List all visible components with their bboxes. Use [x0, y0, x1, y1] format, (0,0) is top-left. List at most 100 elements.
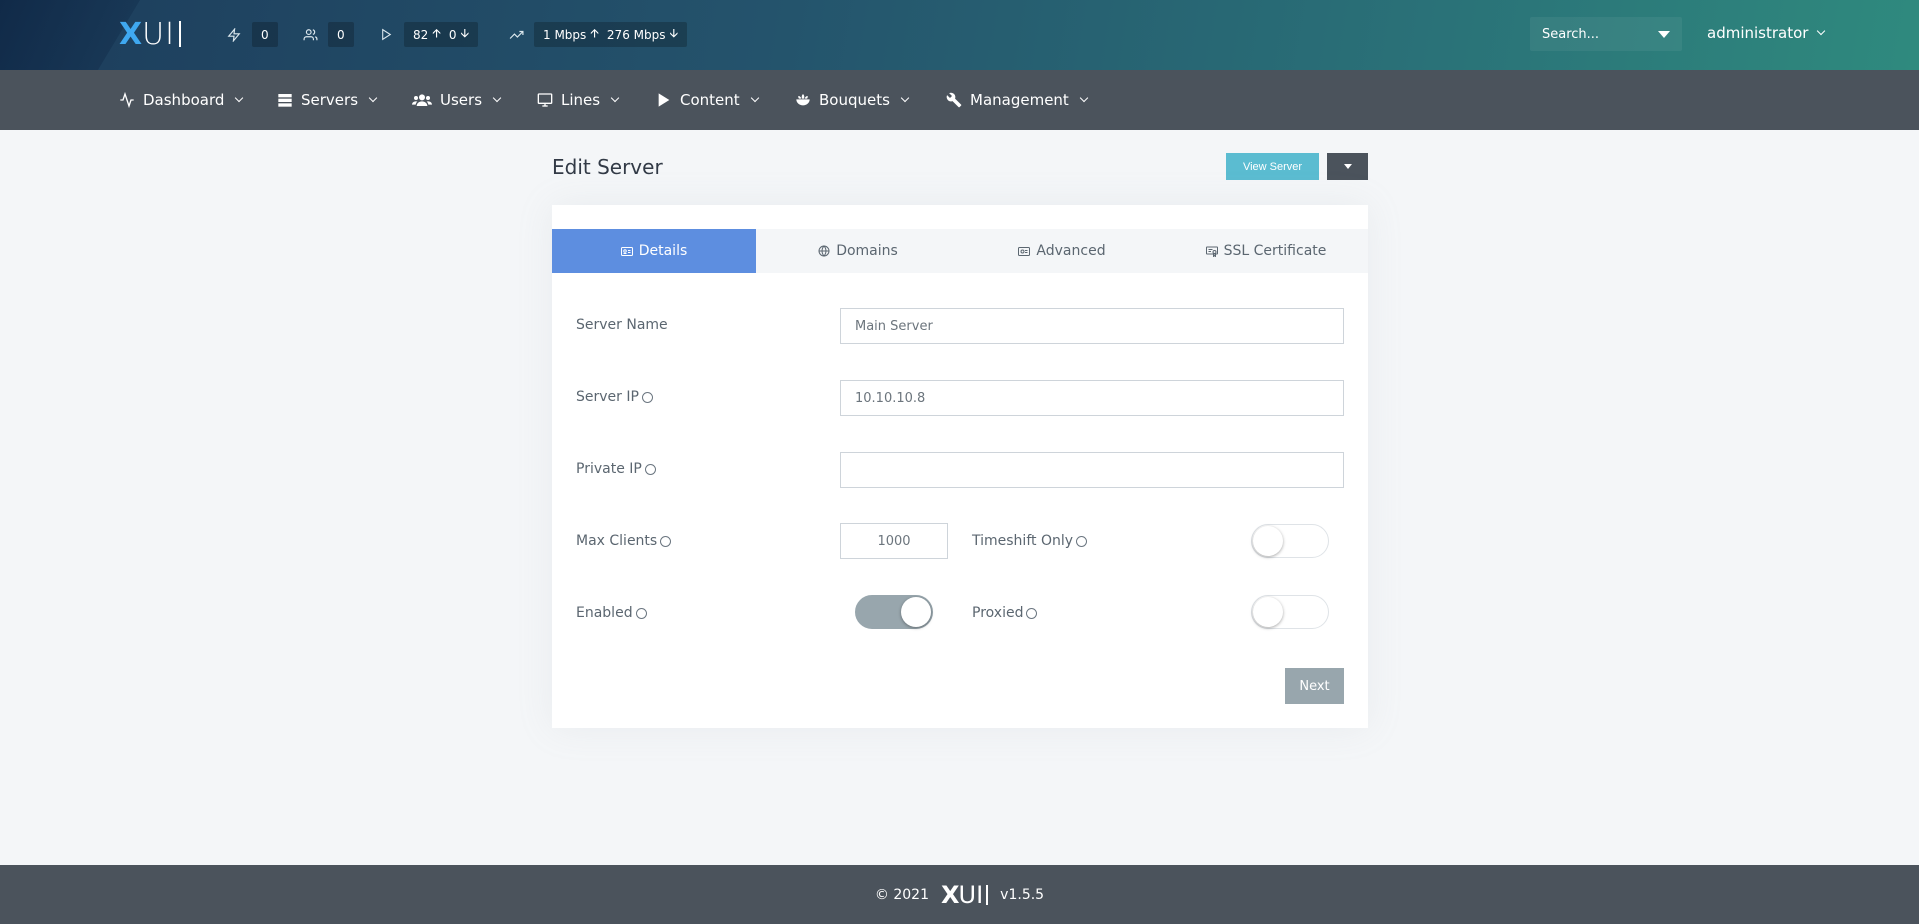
server-ip-label-text: Server IP	[576, 389, 639, 405]
stat-bandwidth[interactable]: 1 Mbps 🡩 276 Mbps 🡫	[508, 22, 688, 47]
nav-servers[interactable]: Servers	[277, 70, 378, 130]
server-name-label-text: Server Name	[576, 317, 668, 333]
help-circle-icon[interactable]	[1076, 535, 1088, 547]
footer-logo: X UI	[941, 880, 989, 909]
nav-dashboard[interactable]: Dashboard	[119, 70, 244, 130]
next-button[interactable]: Next	[1285, 668, 1344, 704]
tab-advanced-label: Advanced	[1036, 243, 1106, 259]
toggle-knob	[1253, 526, 1283, 556]
bandwidth-up-value: 1 Mbps	[543, 27, 587, 42]
nav-lines[interactable]: Lines	[537, 70, 620, 130]
nav-management[interactable]: Management	[946, 70, 1089, 130]
max-clients-label: Max Clients	[576, 533, 672, 549]
user-menu[interactable]: administrator	[1707, 24, 1826, 42]
arrow-up-icon: 🡩	[590, 26, 599, 40]
play-icon	[378, 27, 394, 43]
server-ip-input[interactable]: 10.10.10.8	[840, 380, 1344, 416]
stat-streams[interactable]: 82 🡩 0 🡫	[378, 22, 479, 47]
help-circle-icon[interactable]	[644, 463, 656, 475]
timeshift-only-label-text: Timeshift Only	[972, 533, 1074, 549]
users-icon	[302, 27, 318, 43]
server-ip-label: Server IP	[576, 389, 653, 405]
stat-streams-value: 82 🡩 0 🡫	[404, 22, 479, 47]
help-circle-icon[interactable]	[660, 535, 672, 547]
stat-users-value: 0	[328, 22, 354, 47]
private-ip-input[interactable]	[840, 452, 1344, 488]
chevron-down-icon	[1079, 93, 1089, 103]
max-clients-value: 1000	[877, 533, 911, 549]
nav-bouquets[interactable]: Bouquets	[795, 70, 910, 130]
server-name-label: Server Name	[576, 317, 668, 333]
stat-connections[interactable]: 0	[226, 22, 278, 47]
enabled-toggle[interactable]	[855, 595, 933, 629]
nav-content[interactable]: Content	[656, 70, 759, 130]
tab-ssl-certificate[interactable]: SSL Certificate	[1164, 229, 1368, 273]
play-icon	[656, 92, 672, 108]
app-logo[interactable]: X UI	[119, 16, 181, 52]
chevron-down-icon	[750, 93, 759, 103]
private-ip-label: Private IP	[576, 461, 656, 477]
footer-logo-ui: UI	[958, 880, 984, 909]
users-icon	[412, 92, 432, 108]
help-circle-icon[interactable]	[641, 391, 653, 403]
footer: © 2021 X UI v1.5.5	[0, 865, 1919, 924]
bouquet-icon	[795, 92, 811, 108]
arrow-down-icon: 🡫	[669, 26, 679, 40]
bandwidth-down-value: 276 Mbps	[606, 27, 666, 42]
footer-copyright: © 2021	[874, 886, 929, 903]
nav-dashboard-label: Dashboard	[143, 91, 225, 109]
nav-lines-label: Lines	[561, 91, 601, 109]
monitor-icon	[537, 92, 553, 108]
proxied-toggle[interactable]	[1251, 595, 1329, 629]
wrench-icon	[946, 92, 962, 108]
logo-x: X	[119, 16, 142, 52]
nav-bouquets-label: Bouquets	[819, 91, 890, 109]
tab-ssl-certificate-label: SSL Certificate	[1223, 243, 1327, 259]
server-name-value: Main Server	[855, 318, 933, 334]
arrow-down-icon: 🡫	[460, 26, 470, 40]
nav-users-label: Users	[440, 91, 483, 109]
page-title: Edit Server	[552, 155, 663, 179]
toggle-knob	[901, 597, 931, 627]
caret-down-icon	[1343, 164, 1352, 169]
tab-details[interactable]: Details	[552, 229, 756, 273]
arrow-up-icon: 🡩	[432, 26, 441, 40]
tab-details-label: Details	[638, 243, 688, 259]
server-icon	[277, 92, 293, 108]
trend-icon	[508, 27, 524, 43]
tab-bar: Details Domains Advanced SSL Certificate	[552, 229, 1368, 273]
chevron-down-icon	[368, 93, 378, 103]
server-name-input[interactable]: Main Server	[840, 308, 1344, 344]
server-ip-value: 10.10.10.8	[855, 390, 926, 406]
id-card-icon	[620, 245, 633, 257]
search-dropdown[interactable]: Search...	[1530, 17, 1682, 51]
toggle-knob	[1253, 597, 1283, 627]
chevron-down-icon	[492, 93, 502, 103]
stat-bandwidth-value: 1 Mbps 🡩 276 Mbps 🡫	[534, 22, 688, 47]
tab-domains-label: Domains	[836, 243, 898, 259]
chevron-down-icon	[610, 93, 620, 103]
streams-down-value: 0	[448, 27, 457, 42]
max-clients-input[interactable]: 1000	[840, 523, 948, 559]
certificate-icon	[1205, 245, 1218, 257]
chevron-down-icon	[235, 93, 244, 103]
nav-users[interactable]: Users	[412, 70, 502, 130]
footer-logo-x: X	[941, 880, 959, 909]
top-bar: X UI 0 0 82 🡩 0 🡫 1 Mbps 🡩 276 Mbps 🡫 Se…	[0, 0, 1919, 70]
view-server-button[interactable]: View Server	[1226, 153, 1319, 180]
help-circle-icon[interactable]	[1026, 607, 1038, 619]
tab-domains[interactable]: Domains	[756, 229, 960, 273]
tab-advanced[interactable]: Advanced	[960, 229, 1164, 273]
proxied-label-text: Proxied	[972, 605, 1024, 621]
main-nav: Dashboard Servers Users Lines Content Bo	[0, 70, 1919, 130]
caret-down-icon	[1658, 30, 1670, 38]
options-dropdown-button[interactable]	[1327, 153, 1368, 180]
help-circle-icon[interactable]	[635, 607, 647, 619]
max-clients-label-text: Max Clients	[576, 533, 658, 549]
enabled-label-text: Enabled	[576, 605, 633, 621]
stat-users[interactable]: 0	[302, 22, 354, 47]
chevron-down-icon	[900, 93, 910, 103]
timeshift-only-toggle[interactable]	[1251, 524, 1329, 558]
chevron-down-icon	[1817, 26, 1826, 36]
stat-connections-value: 0	[252, 22, 278, 47]
